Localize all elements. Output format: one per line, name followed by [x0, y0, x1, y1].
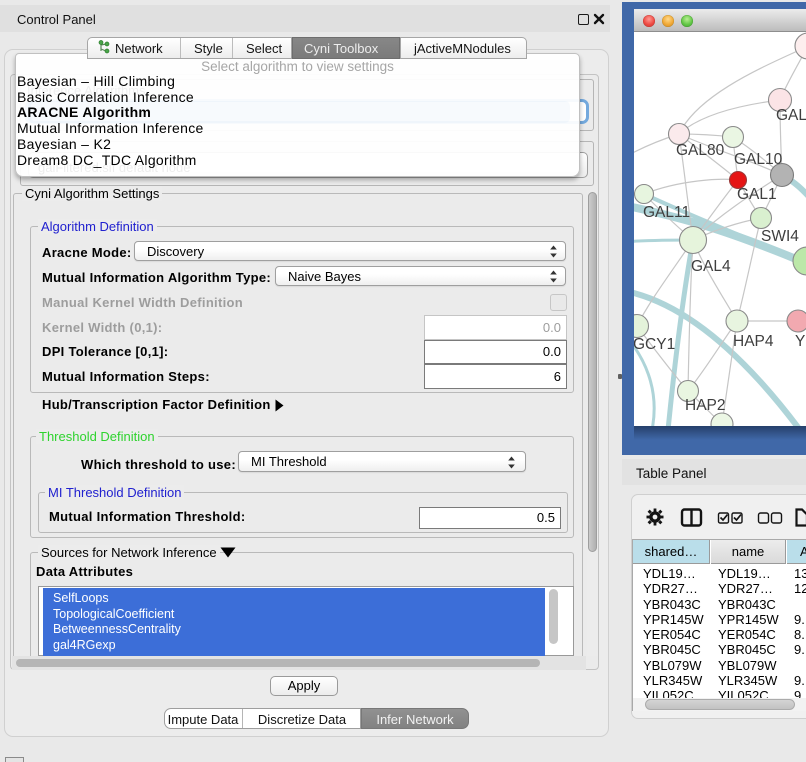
svg-text:HAP2: HAP2	[685, 397, 726, 414]
svg-text:HAP4: HAP4	[733, 333, 774, 350]
svg-text:GAL80: GAL80	[676, 142, 725, 159]
svg-text:GAL11: GAL11	[643, 204, 690, 221]
svg-text:Y: Y	[795, 333, 805, 350]
svg-text:GAL4: GAL4	[691, 258, 731, 275]
svg-text:GAL10: GAL10	[734, 151, 783, 168]
svg-text:GAL1: GAL1	[737, 186, 777, 203]
svg-text:SWI4: SWI4	[761, 228, 799, 245]
svg-text:GAL: GAL	[776, 107, 806, 124]
svg-text:GCY1: GCY1	[634, 336, 675, 353]
